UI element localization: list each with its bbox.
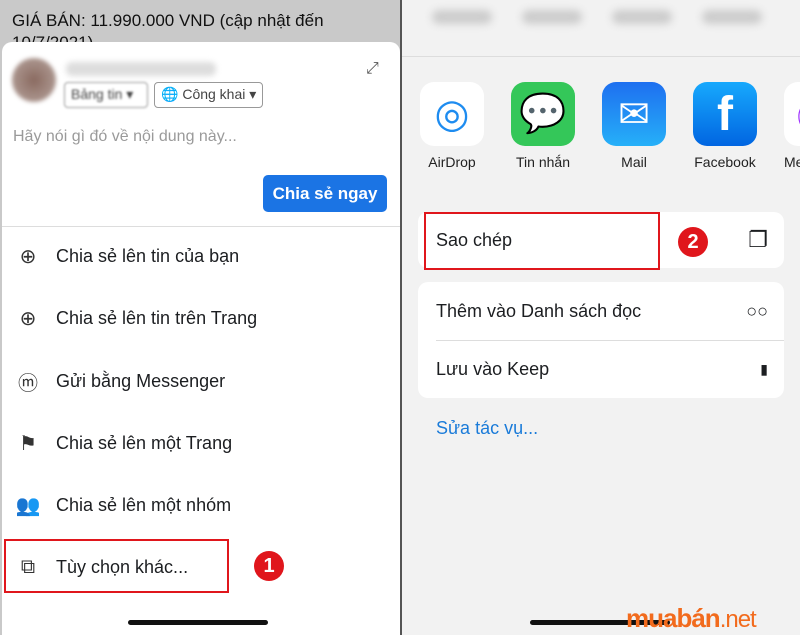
envelope-icon: ✉ <box>602 82 666 146</box>
share-to-page[interactable]: ⚑ Chia sẻ lên một Trang <box>14 425 232 461</box>
step-badge-2: 2 <box>678 227 708 257</box>
message-bubble-icon: 💬 <box>511 82 575 146</box>
share-to-group[interactable]: 👥 Chia sẻ lên một nhóm <box>14 487 232 523</box>
home-indicator <box>128 620 268 625</box>
blurred-row <box>522 10 582 24</box>
group-icon: 👥 <box>15 494 41 517</box>
audience-selector[interactable]: Bảng tin ▾ <box>64 82 148 108</box>
save-to-keep[interactable]: Lưu vào Keep ▮ <box>418 340 784 398</box>
blurred-row <box>612 10 672 24</box>
copy-icon: ❐ <box>748 227 768 252</box>
app-messages[interactable]: 💬 Tin nhắn <box>511 82 575 170</box>
flag-icon: ⚑ <box>19 432 37 455</box>
watermark-logo: muabán.net <box>626 603 757 633</box>
divider <box>402 56 800 57</box>
avatar <box>12 58 56 102</box>
privacy-selector[interactable]: 🌐 Công khai ▾ <box>154 82 264 108</box>
blurred-row <box>432 10 492 24</box>
plus-circle-icon: ⊕ <box>19 245 37 268</box>
ios-share-sheet: ◎AirDrop 💬Tin nhắn ✉Mail fFacebook ⓜMe S… <box>402 0 800 635</box>
user-name-blurred <box>66 62 216 76</box>
app-messenger[interactable]: ⓜMe <box>784 82 800 170</box>
plus-circle-icon: ⊕ <box>19 307 37 330</box>
facebook-share-panel: GIÁ BÁN: 11.990.000 VND (cập nhật đến 10… <box>0 0 400 635</box>
share-to-page-story[interactable]: ⊕ Chia sẻ lên tin trên Trang <box>14 300 258 336</box>
app-mail[interactable]: ✉ Mail <box>602 82 666 170</box>
messenger-icon: ⓜ <box>784 82 800 146</box>
globe-icon: 🌐 <box>161 86 179 102</box>
share-now-button[interactable]: Chia sẻ ngay <box>263 175 387 212</box>
facebook-icon: f <box>693 82 757 146</box>
app-facebook[interactable]: f Facebook <box>693 82 757 170</box>
divider <box>2 226 400 227</box>
airdrop-icon: ◎ <box>420 82 484 146</box>
edit-actions-link[interactable]: Sửa tác vụ... <box>436 418 538 439</box>
blurred-row <box>702 10 762 24</box>
actions-card: Thêm vào Danh sách đọc ○○ Lưu vào Keep ▮ <box>418 282 784 398</box>
app-airdrop[interactable]: ◎ AirDrop <box>420 82 484 170</box>
send-messenger[interactable]: ⓜ Gửi bằng Messenger <box>14 363 225 399</box>
composer-input[interactable]: Hãy nói gì đó về nội dung này... <box>13 128 237 146</box>
highlight-box <box>424 212 660 270</box>
step-badge-1: 1 <box>254 551 284 581</box>
expand-icon[interactable]: ⤢ <box>366 60 379 78</box>
share-to-story[interactable]: ⊕ Chia sẻ lên tin của bạn <box>14 238 240 274</box>
messenger-icon: ⓜ <box>18 372 38 395</box>
glasses-icon: ○○ <box>746 300 768 321</box>
add-to-reading-list[interactable]: Thêm vào Danh sách đọc ○○ <box>418 282 784 340</box>
bookmark-icon: ▮ <box>760 360 768 377</box>
highlight-box <box>4 539 229 593</box>
